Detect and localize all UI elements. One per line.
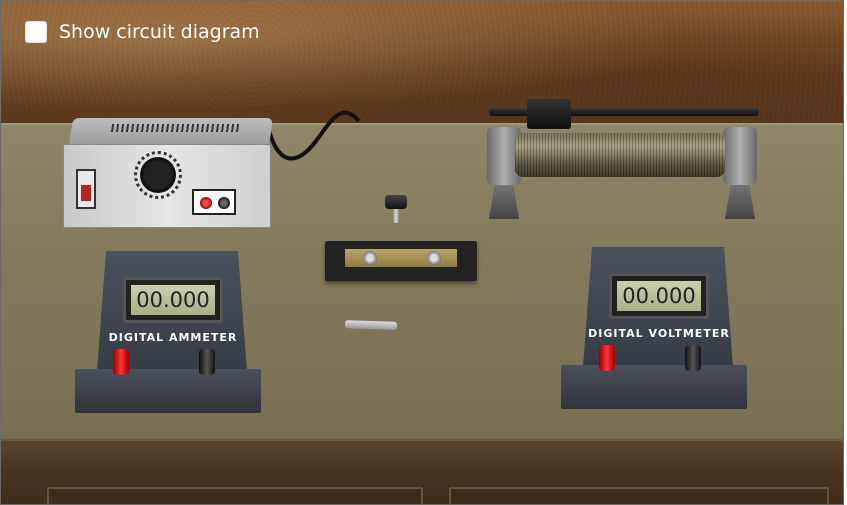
eliminator-front-panel (63, 144, 271, 228)
ammeter-display-frame: 00.000 (123, 277, 223, 323)
eliminator-positive-terminal[interactable] (200, 197, 212, 209)
voltmeter-title: DIGITAL VOLTMETER (588, 327, 730, 340)
checkbox-unchecked-icon[interactable] (25, 21, 47, 43)
table-edge (1, 439, 843, 467)
voltmeter-positive-terminal[interactable] (599, 345, 615, 371)
plug-key-terminal-right[interactable] (427, 251, 441, 265)
battery-eliminator[interactable] (63, 118, 273, 230)
plug-key-plate (345, 249, 457, 267)
rheostat-slider[interactable] (527, 99, 571, 129)
rheostat-end-right[interactable] (723, 127, 757, 185)
plug-key-base[interactable] (325, 241, 477, 281)
rheostat-foot-right (725, 183, 755, 219)
ammeter-positive-terminal[interactable] (113, 349, 129, 375)
eliminator-negative-terminal[interactable] (218, 197, 230, 209)
voltmeter-reading: 00.000 (617, 281, 701, 311)
ammeter-title: DIGITAL AMMETER (108, 331, 238, 344)
ammeter-reading: 00.000 (131, 285, 215, 315)
voltmeter-negative-terminal[interactable] (685, 345, 701, 371)
voltage-knob[interactable] (140, 157, 176, 193)
key-plug[interactable] (385, 195, 407, 223)
drawer-left (47, 487, 423, 504)
ammeter-base (75, 369, 261, 413)
power-cable (267, 110, 361, 161)
eliminator-top (69, 118, 273, 146)
rheostat[interactable] (479, 97, 779, 229)
rheostat-foot-left (489, 183, 519, 219)
voltmeter-base (561, 365, 747, 409)
lab-scene: Show circuit diagram 00.000 DIGITAL AMME… (0, 0, 844, 505)
digital-voltmeter[interactable]: 00.000 DIGITAL VOLTMETER (561, 247, 747, 417)
key-plug-head (385, 195, 407, 209)
ammeter-negative-terminal[interactable] (199, 349, 215, 375)
show-circuit-diagram-label: Show circuit diagram (59, 21, 260, 43)
plug-key-terminal-left[interactable] (363, 251, 377, 265)
rheostat-coil (515, 133, 725, 177)
output-terminals (192, 189, 236, 215)
power-switch[interactable] (76, 169, 96, 209)
drawer-right (449, 487, 829, 504)
vent-grille (111, 124, 241, 132)
show-circuit-diagram-toggle[interactable]: Show circuit diagram (25, 21, 260, 43)
digital-ammeter[interactable]: 00.000 DIGITAL AMMETER (75, 251, 261, 421)
voltmeter-display-frame: 00.000 (609, 273, 709, 319)
key-plug-pin (393, 209, 399, 223)
